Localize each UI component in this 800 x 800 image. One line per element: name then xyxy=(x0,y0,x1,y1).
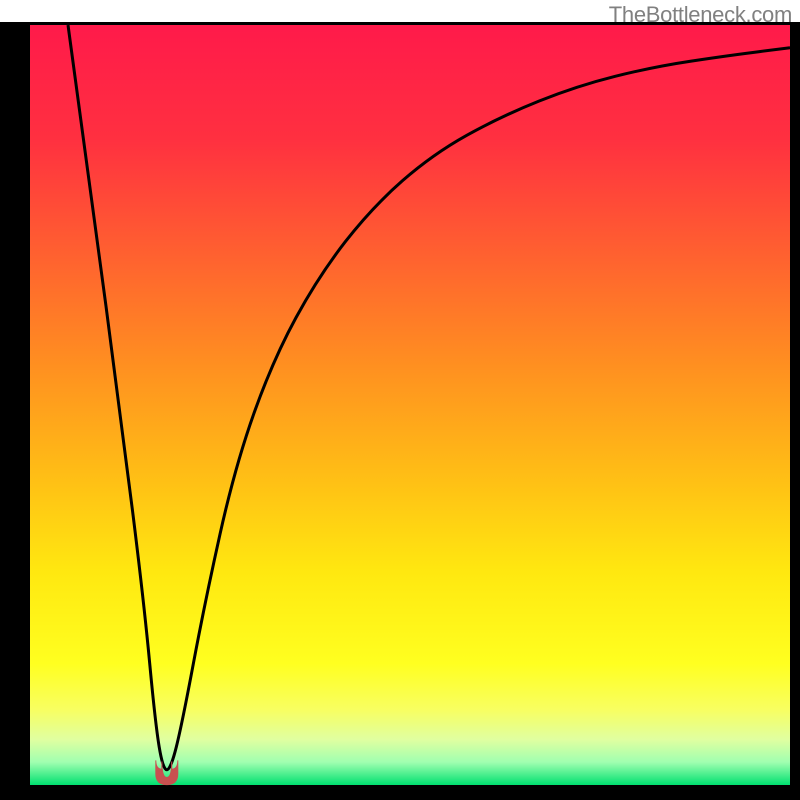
watermark-text: TheBottleneck.com xyxy=(609,2,792,28)
chart-container: TheBottleneck.com xyxy=(0,0,800,800)
chart-svg xyxy=(0,0,800,800)
plot-background xyxy=(30,25,790,785)
